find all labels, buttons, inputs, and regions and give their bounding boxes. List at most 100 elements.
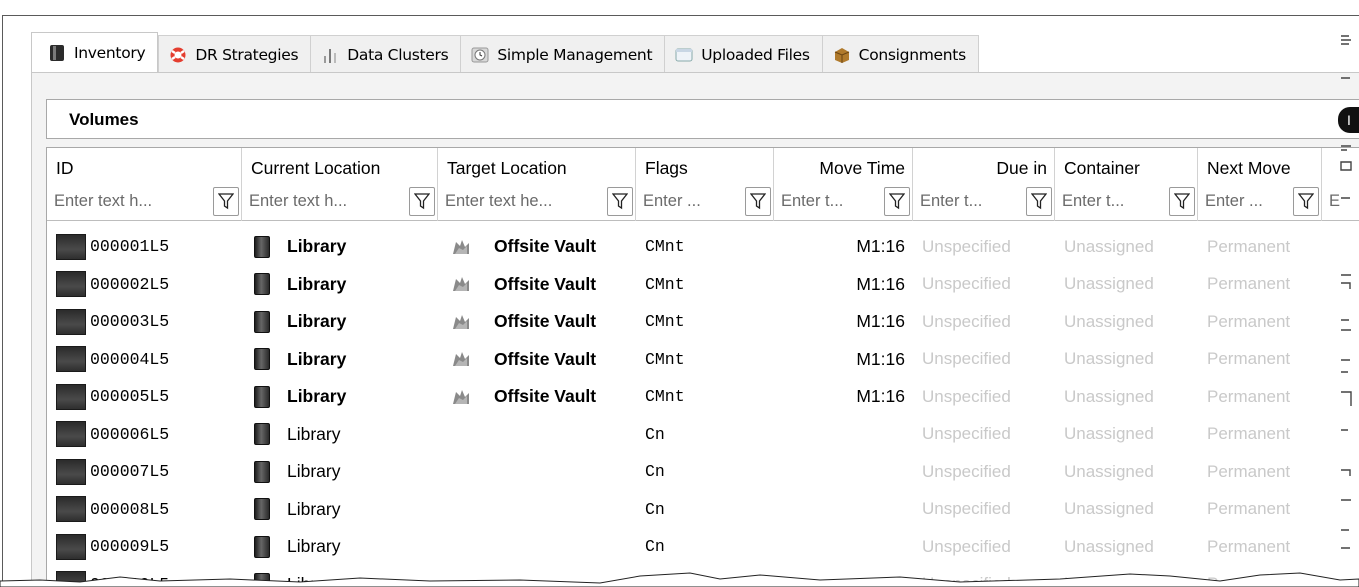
- target-location-value: Offsite Vault: [494, 236, 597, 257]
- table-row[interactable]: 000009L5 Library Cn Unspecified Unassigned Pe…: [47, 528, 1359, 566]
- table-row[interactable]: 000001L5 Library Offsite Vault CMnt M1:16 Uns…: [47, 228, 1359, 266]
- column-header-id[interactable]: ID: [47, 148, 242, 185]
- container-value: Unassigned: [1064, 274, 1154, 294]
- tab-data-clusters[interactable]: Data Clusters: [310, 35, 461, 73]
- filter-funnel-icon[interactable]: [884, 187, 910, 216]
- cell-next-move: Permanent: [1198, 528, 1322, 566]
- cell-target-location: Offsite Vault: [438, 378, 636, 416]
- volume-id: 000009L5: [90, 537, 170, 557]
- filter-funnel-icon[interactable]: [1169, 187, 1195, 216]
- filter-funnel-icon[interactable]: [409, 187, 435, 216]
- chart-bars-icon: [321, 46, 339, 64]
- column-header-due-in[interactable]: Due in: [913, 148, 1055, 185]
- flags-value: Cn: [645, 537, 665, 557]
- filter-funnel-icon[interactable]: [213, 187, 239, 216]
- filter-cell-id: [47, 185, 242, 221]
- cell-due-in: Unspecified: [913, 528, 1055, 566]
- library-icon: [254, 348, 270, 371]
- library-icon: [254, 235, 270, 258]
- current-location-value: Library: [287, 273, 347, 294]
- cell-target-location: [438, 453, 636, 491]
- tab-uploaded-files[interactable]: Uploaded Files: [664, 35, 822, 73]
- column-header-current-location[interactable]: Current Location: [242, 148, 438, 185]
- cell-target-location: [438, 491, 636, 529]
- due-in-value: Unspecified: [922, 499, 1011, 519]
- filter-input-target-location[interactable]: [444, 187, 603, 215]
- library-icon: [254, 310, 270, 333]
- cartridge-icon: [48, 44, 66, 62]
- tab-inventory[interactable]: Inventory: [31, 32, 159, 73]
- next-move-value: Permanent: [1207, 461, 1291, 481]
- table-row[interactable]: 000002L5 Library Offsite Vault CMnt M1:16 Uns…: [47, 266, 1359, 304]
- table-row[interactable]: 000008L5 Library Cn Unspecified Unassigned Pe…: [47, 491, 1359, 529]
- filter-input-container[interactable]: [1061, 187, 1165, 215]
- filter-cell-move-time: [774, 185, 913, 221]
- volume-id: 000001L5: [90, 237, 170, 257]
- library-icon: [254, 498, 270, 521]
- table-row[interactable]: 000005L5 Library Offsite Vault CMnt M1:16 Uns…: [47, 378, 1359, 416]
- filter-funnel-icon[interactable]: [745, 187, 771, 216]
- table-row[interactable]: 000003L5 Library Offsite Vault CMnt M1:16 Uns…: [47, 303, 1359, 341]
- cell-container: Unassigned: [1055, 416, 1198, 454]
- flags-value: Cn: [645, 424, 665, 444]
- target-location-value: Offsite Vault: [494, 273, 597, 294]
- cell-target-location: Offsite Vault: [438, 228, 636, 266]
- filter-input-due-in[interactable]: [919, 187, 1022, 215]
- filter-input-flags[interactable]: [642, 187, 741, 215]
- flags-value: CMnt: [645, 387, 685, 407]
- table-row[interactable]: 000006L5 Library Cn Unspecified Unassigned Pe…: [47, 416, 1359, 454]
- tab-simple-management[interactable]: Simple Management: [460, 35, 665, 73]
- tab-label: Simple Management: [497, 45, 653, 64]
- cartridge-icon: [56, 458, 86, 485]
- cell-current-location: Library: [242, 453, 438, 491]
- cell-flags: CMnt: [636, 341, 774, 379]
- due-in-value: Unspecified: [922, 386, 1011, 406]
- cell-id: 000006L5: [47, 416, 242, 454]
- filter-input-move-time[interactable]: [780, 187, 880, 215]
- cell-current-location: Library: [242, 303, 438, 341]
- filter-input-current-location[interactable]: [248, 187, 405, 215]
- filter-input-id[interactable]: [53, 187, 209, 215]
- column-header-flags[interactable]: Flags: [636, 148, 774, 185]
- current-location-value: Library: [287, 311, 347, 332]
- library-icon: [254, 460, 270, 483]
- cell-current-location: Library: [242, 266, 438, 304]
- cell-container: Unassigned: [1055, 528, 1198, 566]
- current-location-value: Library: [287, 461, 341, 482]
- cell-id: 000009L5: [47, 528, 242, 566]
- truncated-glyphs: [1340, 35, 1352, 549]
- cartridge-icon: [56, 421, 86, 448]
- table-row[interactable]: 000004L5 Library Offsite Vault CMnt M1:16 Uns…: [47, 341, 1359, 379]
- tab-dr-strategies[interactable]: DR Strategies: [158, 35, 311, 73]
- column-header-move-time[interactable]: Move Time: [774, 148, 913, 185]
- filter-funnel-icon[interactable]: [1026, 187, 1052, 216]
- cell-move-time: M1:16: [774, 266, 913, 304]
- cell-container: Unassigned: [1055, 266, 1198, 304]
- lifebuoy-icon: [169, 46, 187, 64]
- cell-next-move: Permanent: [1198, 228, 1322, 266]
- tab-strip: Inventory DR Strategies Data Clusters Si…: [31, 32, 979, 73]
- volume-id: 000002L5: [90, 274, 170, 294]
- column-header-target-location[interactable]: Target Location: [438, 148, 636, 185]
- cell-container: Unassigned: [1055, 303, 1198, 341]
- next-move-value: Permanent: [1207, 424, 1291, 444]
- next-move-value: Permanent: [1207, 386, 1291, 406]
- filter-input-next-move[interactable]: [1204, 187, 1289, 215]
- cell-move-time: M1:16: [774, 378, 913, 416]
- next-move-value: Permanent: [1207, 349, 1291, 369]
- cell-next-move: Permanent: [1198, 266, 1322, 304]
- volumes-grid: ID Current Location Target Location Flag…: [46, 147, 1359, 587]
- volume-id: 000007L5: [90, 462, 170, 482]
- container-value: Unassigned: [1064, 349, 1154, 369]
- cell-due-in: Unspecified: [913, 491, 1055, 529]
- cell-due-in: Unspecified: [913, 453, 1055, 491]
- cell-current-location: Library: [242, 378, 438, 416]
- cell-current-location: Library: [242, 491, 438, 529]
- filter-funnel-icon[interactable]: [607, 187, 633, 216]
- column-header-next-move[interactable]: Next Move: [1198, 148, 1322, 185]
- table-row[interactable]: 000007L5 Library Cn Unspecified Unassigned Pe…: [47, 453, 1359, 491]
- tab-consignments[interactable]: Consignments: [821, 35, 979, 73]
- column-header-container[interactable]: Container: [1055, 148, 1198, 185]
- window-border-top: [2, 15, 1359, 16]
- filter-funnel-icon[interactable]: [1293, 187, 1319, 216]
